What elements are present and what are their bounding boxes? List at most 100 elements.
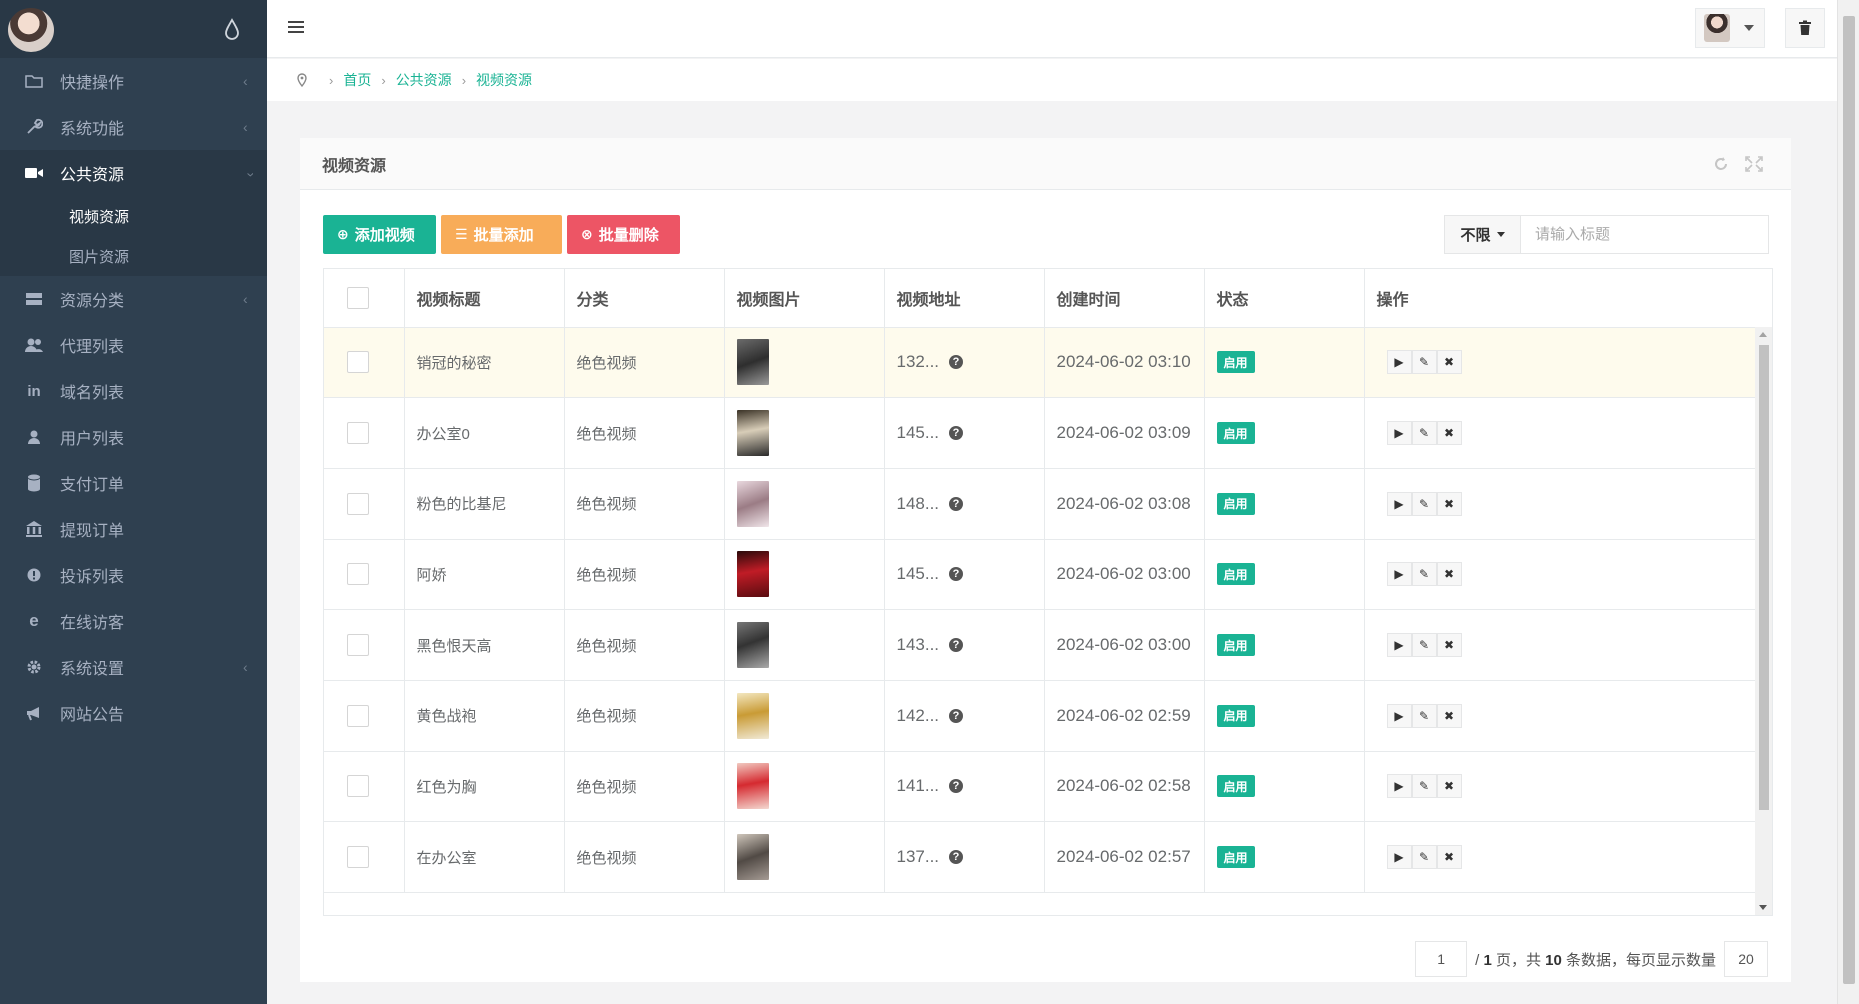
question-circle-icon[interactable]: ? (949, 638, 964, 653)
video-thumbnail[interactable] (736, 339, 769, 386)
admin-avatar[interactable] (8, 8, 54, 52)
header-url[interactable]: 视频地址 (884, 269, 1045, 328)
page-scrollbar[interactable] (1837, 0, 1859, 1004)
breadcrumb-video-resources[interactable]: 视频资源 (476, 70, 532, 90)
video-thumbnail[interactable] (736, 622, 769, 669)
status-badge[interactable]: 启用 (1216, 846, 1255, 869)
sidebar-item-complaint-list[interactable]: 投诉列表 (0, 552, 267, 598)
play-button[interactable]: ▶ (1386, 350, 1412, 375)
question-circle-icon[interactable]: ? (949, 567, 964, 582)
delete-button[interactable]: ✖ (1436, 703, 1462, 728)
row-checkbox[interactable] (347, 634, 369, 657)
header-category[interactable]: 分类 (564, 269, 725, 328)
table-row[interactable]: 粉色的比基尼 绝色视频 148...? 2024-06-02 03:08 启用 ▶ ✎ ✖ (324, 468, 1756, 540)
row-checkbox[interactable] (347, 492, 369, 515)
batch-delete-button[interactable]: ⊗ 批量删除 (567, 215, 680, 254)
question-circle-icon[interactable]: ? (949, 426, 964, 441)
question-circle-icon[interactable]: ? (949, 708, 964, 723)
table-row[interactable]: 阿娇 绝色视频 145...? 2024-06-02 03:00 启用 ▶ ✎ ✖ (324, 539, 1756, 611)
sidebar-item-system-functions[interactable]: 系统功能 ‹ (0, 104, 267, 150)
status-badge[interactable]: 启用 (1216, 351, 1255, 374)
video-thumbnail[interactable] (736, 763, 769, 810)
scroll-up-arrow-icon[interactable] (1759, 332, 1767, 337)
sidebar-item-withdraw-orders[interactable]: 提现订单 (0, 506, 267, 552)
status-badge[interactable]: 启用 (1216, 492, 1255, 515)
page-number-input[interactable]: 1 (1415, 941, 1468, 977)
sidebar-item-agent-list[interactable]: 代理列表 (0, 322, 267, 368)
sidebar-subitem-image-resources[interactable]: 图片资源 (0, 236, 267, 276)
scroll-down-arrow-icon[interactable] (1759, 905, 1767, 910)
status-badge[interactable]: 启用 (1216, 563, 1255, 586)
fullscreen-icon[interactable] (1745, 156, 1763, 172)
page-size-input[interactable]: 20 (1724, 941, 1768, 977)
edit-button[interactable]: ✎ (1411, 703, 1437, 728)
sidebar-item-site-announcement[interactable]: 网站公告 (0, 690, 267, 736)
sidebar-item-quick-actions[interactable]: 快捷操作 ‹ (0, 58, 267, 104)
play-button[interactable]: ▶ (1386, 633, 1412, 658)
play-button[interactable]: ▶ (1386, 703, 1412, 728)
category-filter-dropdown[interactable]: 不限 (1444, 215, 1521, 254)
status-badge[interactable]: 启用 (1216, 422, 1255, 445)
header-image[interactable]: 视频图片 (724, 269, 885, 328)
question-circle-icon[interactable]: ? (949, 779, 964, 794)
edit-button[interactable]: ✎ (1411, 845, 1437, 870)
table-row[interactable]: 黑色恨天高 绝色视频 143...? 2024-06-02 03:00 启用 ▶ ✎ ✖ (324, 609, 1756, 681)
video-thumbnail[interactable] (736, 410, 769, 457)
table-scrollbar[interactable] (1755, 327, 1772, 915)
table-scrollbar-thumb[interactable] (1759, 345, 1769, 810)
status-badge[interactable]: 启用 (1216, 634, 1255, 657)
sidebar-item-online-visitors[interactable]: e 在线访客 (0, 598, 267, 644)
sidebar-item-user-list[interactable]: 用户列表 (0, 414, 267, 460)
edit-button[interactable]: ✎ (1411, 421, 1437, 446)
sidebar-item-resource-category[interactable]: 资源分类 ‹ (0, 276, 267, 322)
header-created-time[interactable]: 创建时间 (1044, 269, 1205, 328)
video-thumbnail[interactable] (736, 480, 769, 527)
video-thumbnail[interactable] (736, 551, 769, 598)
status-badge[interactable]: 启用 (1216, 775, 1255, 798)
breadcrumb-home[interactable]: 首页 (343, 70, 371, 90)
play-button[interactable]: ▶ (1386, 845, 1412, 870)
play-button[interactable]: ▶ (1386, 421, 1412, 446)
row-checkbox[interactable] (347, 704, 369, 727)
video-thumbnail[interactable] (736, 692, 769, 739)
page-scrollbar-thumb[interactable] (1843, 16, 1855, 984)
delete-button[interactable]: ✖ (1436, 562, 1462, 587)
refresh-icon[interactable] (1713, 156, 1729, 172)
table-row[interactable]: 销冠的秘密 绝色视频 132...? 2024-06-02 03:10 启用 ▶ ✎ ✖ (324, 327, 1756, 399)
delete-button[interactable]: ✖ (1436, 845, 1462, 870)
add-video-button[interactable]: ⊕ 添加视频 (323, 215, 436, 254)
play-button[interactable]: ▶ (1386, 774, 1412, 799)
table-row[interactable]: 在办公室 绝色视频 137...? 2024-06-02 02:57 启用 ▶ ✎ ✖ (324, 821, 1756, 893)
batch-add-button[interactable]: ☰ 批量添加 (441, 215, 562, 254)
hamburger-menu-icon[interactable] (287, 18, 305, 36)
breadcrumb-public-resources[interactable]: 公共资源 (396, 70, 452, 90)
delete-button[interactable]: ✖ (1436, 774, 1462, 799)
row-checkbox[interactable] (347, 563, 369, 586)
delete-button[interactable]: ✖ (1436, 491, 1462, 516)
clear-cache-button[interactable] (1785, 8, 1825, 48)
sidebar-item-domain-list[interactable]: in 域名列表 (0, 368, 267, 414)
table-row[interactable]: 黄色战袍 绝色视频 142...? 2024-06-02 02:59 启用 ▶ ✎ ✖ (324, 680, 1756, 752)
edit-button[interactable]: ✎ (1411, 562, 1437, 587)
question-circle-icon[interactable]: ? (949, 850, 964, 865)
row-checkbox[interactable] (347, 422, 369, 445)
delete-button[interactable]: ✖ (1436, 350, 1462, 375)
row-checkbox[interactable] (347, 351, 369, 374)
header-status[interactable]: 状态 (1204, 269, 1365, 328)
row-checkbox[interactable] (347, 846, 369, 869)
video-thumbnail[interactable] (736, 834, 769, 881)
user-dropdown[interactable] (1695, 8, 1765, 48)
search-input[interactable] (1521, 215, 1769, 254)
sidebar-item-system-settings[interactable]: 系统设置 ‹ (0, 644, 267, 690)
water-drop-icon[interactable] (224, 18, 240, 40)
status-badge[interactable]: 启用 (1216, 704, 1255, 727)
delete-button[interactable]: ✖ (1436, 633, 1462, 658)
edit-button[interactable]: ✎ (1411, 350, 1437, 375)
select-all-checkbox[interactable] (347, 286, 369, 309)
sidebar-item-payment-orders[interactable]: 支付订单 (0, 460, 267, 506)
sidebar-subitem-video-resources[interactable]: 视频资源 (0, 196, 267, 236)
play-button[interactable]: ▶ (1386, 491, 1412, 516)
edit-button[interactable]: ✎ (1411, 491, 1437, 516)
edit-button[interactable]: ✎ (1411, 774, 1437, 799)
edit-button[interactable]: ✎ (1411, 633, 1437, 658)
